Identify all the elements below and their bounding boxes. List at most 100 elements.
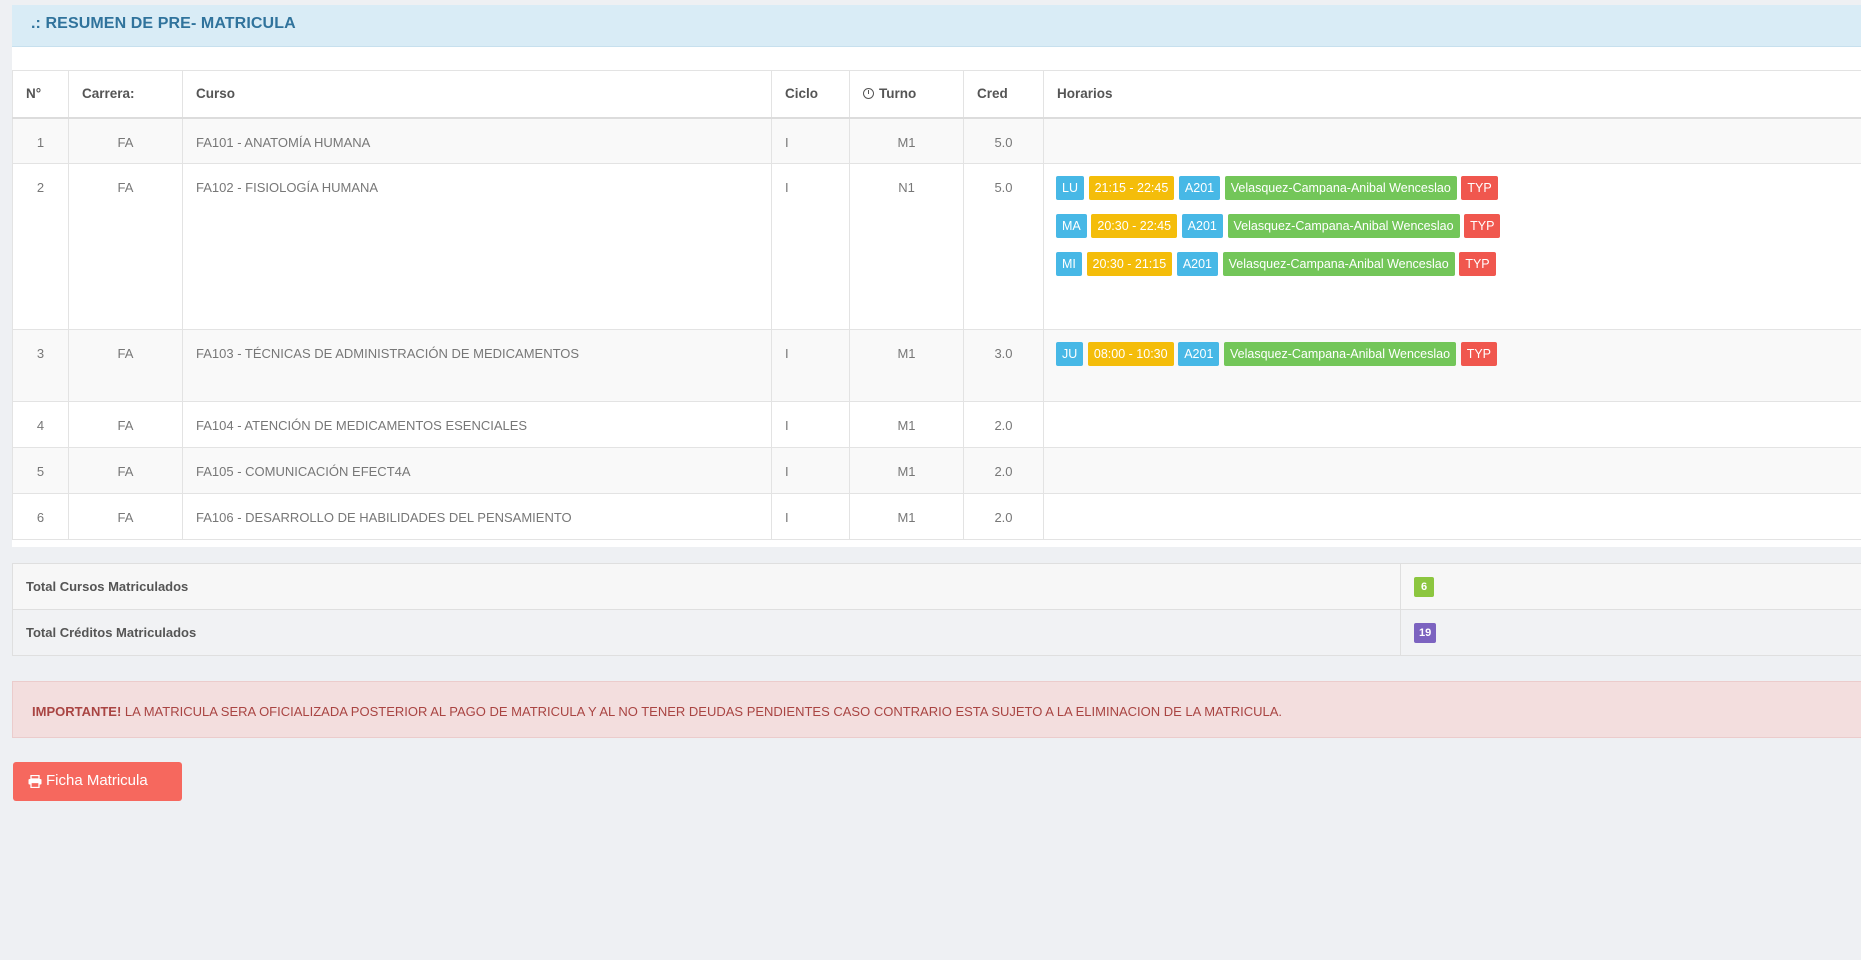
- cell-n: 5: [12, 447, 69, 494]
- table-row: 3 FA FA103 - TÉCNICAS DE ADMINISTRACIÓN …: [12, 329, 1861, 402]
- page-title: .: RESUMEN DE PRE- MATRICULA: [31, 15, 296, 32]
- cell-ciclo: I: [771, 447, 850, 494]
- alert-strong: IMPORTANTE!: [32, 704, 122, 719]
- alert-text: LA MATRICULA SERA OFICIALIZADA POSTERIOR…: [121, 704, 1282, 719]
- cell-horarios: JU 08:00 - 10:30 A201 Velasquez-Campana-…: [1043, 329, 1861, 402]
- room-chip: A201: [1181, 214, 1223, 238]
- cell-carrera: FA: [68, 117, 183, 164]
- cell-curso: FA106 - DESARROLLO DE HABILIDADES DEL PE…: [182, 493, 772, 540]
- cell-carrera: FA: [68, 447, 183, 494]
- cell-turno: M1: [849, 447, 964, 494]
- cell-curso: FA105 - COMUNICACIÓN EFECT4A: [182, 447, 772, 494]
- col-header-ciclo: Ciclo: [771, 70, 850, 119]
- ficha-matricula-label: Ficha Matricula: [46, 772, 148, 789]
- col-header-turno-label: Turno: [879, 86, 917, 102]
- time-chip: 08:00 - 10:30: [1087, 342, 1174, 366]
- cell-ciclo: I: [771, 329, 850, 402]
- table-row: 6 FA FA106 - DESARROLLO DE HABILIDADES D…: [12, 493, 1861, 540]
- type-chip: TYP: [1464, 214, 1501, 238]
- cell-ciclo: I: [771, 493, 850, 540]
- clock-icon: [863, 88, 874, 100]
- teacher-chip: Velasquez-Campana-Anibal Wenceslao: [1222, 252, 1455, 276]
- type-chip: TYP: [1460, 342, 1498, 366]
- cell-horarios: LU 21:15 - 22:45 A201 Velasquez-Campana-…: [1043, 163, 1861, 330]
- cell-turno: M1: [849, 493, 964, 540]
- cell-cred: 3.0: [963, 329, 1044, 402]
- type-chip: TYP: [1461, 176, 1498, 200]
- cell-ciclo: I: [771, 401, 850, 448]
- total-courses-label: Total Cursos Matriculados: [12, 563, 1401, 610]
- teacher-chip: Velasquez-Campana-Anibal Wenceslao: [1224, 342, 1457, 366]
- courses-table-body: 1 FA FA101 - ANATOMÍA HUMANA I M1 5.0 2 …: [12, 117, 1861, 540]
- cell-turno: M1: [849, 329, 964, 402]
- table-row: 4 FA FA104 - ATENCIÓN DE MEDICAMENTOS ES…: [12, 401, 1861, 448]
- type-chip: TYP: [1459, 252, 1496, 276]
- col-header-turno: Turno: [849, 70, 964, 119]
- col-header-curso: Curso: [182, 70, 772, 119]
- cell-horarios: [1043, 447, 1861, 494]
- cell-turno: M1: [849, 401, 964, 448]
- totals-table: Total Cursos Matriculados 6 Total Crédit…: [12, 563, 1861, 656]
- total-credits-label: Total Créditos Matriculados: [12, 609, 1401, 656]
- cell-n: 4: [12, 401, 69, 448]
- cell-curso: FA101 - ANATOMÍA HUMANA: [182, 117, 772, 164]
- cell-turno: M1: [849, 117, 964, 164]
- cell-ciclo: I: [771, 117, 850, 164]
- day-chip: MA: [1056, 214, 1087, 238]
- total-courses-cell: 6: [1400, 563, 1861, 610]
- total-credits-row: Total Créditos Matriculados 19: [12, 609, 1861, 656]
- cell-carrera: FA: [68, 329, 183, 402]
- cell-cred: 2.0: [963, 493, 1044, 540]
- cell-turno: N1: [849, 163, 964, 330]
- courses-table: N° Carrera: Curso Ciclo Turno Cred Horar…: [12, 70, 1861, 540]
- col-header-cred: Cred: [963, 70, 1044, 119]
- total-courses-badge: 6: [1414, 576, 1434, 597]
- col-header-carrera: Carrera:: [68, 70, 183, 119]
- col-header-horarios: Horarios: [1043, 70, 1861, 119]
- cell-cred: 2.0: [963, 401, 1044, 448]
- total-credits-cell: 19: [1400, 609, 1861, 656]
- schedule-entry: MA 20:30 - 22:45 A201 Velasquez-Campana-…: [1056, 214, 1861, 238]
- cell-n: 3: [12, 329, 69, 402]
- total-courses-row: Total Cursos Matriculados 6: [12, 563, 1861, 610]
- cell-carrera: FA: [68, 163, 183, 330]
- day-chip: MI: [1056, 252, 1082, 276]
- alert-message: IMPORTANTE! LA MATRICULA SERA OFICIALIZA…: [32, 704, 1282, 719]
- table-header-row: N° Carrera: Curso Ciclo Turno Cred Horar…: [12, 70, 1861, 119]
- time-chip: 21:15 - 22:45: [1088, 176, 1175, 200]
- col-header-n: N°: [12, 70, 69, 119]
- room-chip: A201: [1176, 252, 1219, 276]
- cell-cred: 5.0: [963, 117, 1044, 164]
- cell-curso: FA103 - TÉCNICAS DE ADMINISTRACIÓN DE ME…: [182, 329, 772, 402]
- total-credits-badge: 19: [1414, 622, 1437, 643]
- ficha-matricula-button[interactable]: Ficha Matricula: [13, 762, 182, 801]
- day-chip: LU: [1056, 176, 1084, 200]
- table-row: 2 FA FA102 - FISIOLOGÍA HUMANA I N1 5.0 …: [12, 163, 1861, 330]
- cell-ciclo: I: [771, 163, 850, 330]
- cell-cred: 2.0: [963, 447, 1044, 494]
- time-chip: 20:30 - 21:15: [1086, 252, 1173, 276]
- cell-horarios: [1043, 117, 1861, 164]
- room-chip: A201: [1178, 176, 1221, 200]
- cell-cred: 5.0: [963, 163, 1044, 330]
- cell-curso: FA102 - FISIOLOGÍA HUMANA: [182, 163, 772, 330]
- cell-n: 2: [12, 163, 69, 330]
- cell-n: 1: [12, 117, 69, 164]
- room-chip: A201: [1178, 342, 1220, 366]
- day-chip: JU: [1056, 342, 1084, 366]
- cell-horarios: [1043, 401, 1861, 448]
- cell-curso: FA104 - ATENCIÓN DE MEDICAMENTOS ESENCIA…: [182, 401, 772, 448]
- printer-icon: [28, 775, 42, 788]
- table-row: 5 FA FA105 - COMUNICACIÓN EFECT4A I M1 2…: [12, 447, 1861, 494]
- cell-n: 6: [12, 493, 69, 540]
- schedule-entry: MI 20:30 - 21:15 A201 Velasquez-Campana-…: [1056, 252, 1861, 276]
- teacher-chip: Velasquez-Campana-Anibal Wenceslao: [1227, 214, 1460, 238]
- panel-header: .: RESUMEN DE PRE- MATRICULA: [12, 5, 1861, 47]
- cell-carrera: FA: [68, 401, 183, 448]
- time-chip: 20:30 - 22:45: [1091, 214, 1178, 238]
- important-alert: IMPORTANTE! LA MATRICULA SERA OFICIALIZA…: [12, 681, 1861, 738]
- table-row: 1 FA FA101 - ANATOMÍA HUMANA I M1 5.0: [12, 117, 1861, 164]
- schedule-entry: LU 21:15 - 22:45 A201 Velasquez-Campana-…: [1056, 176, 1861, 200]
- cell-carrera: FA: [68, 493, 183, 540]
- schedule-entry: JU 08:00 - 10:30 A201 Velasquez-Campana-…: [1056, 342, 1861, 366]
